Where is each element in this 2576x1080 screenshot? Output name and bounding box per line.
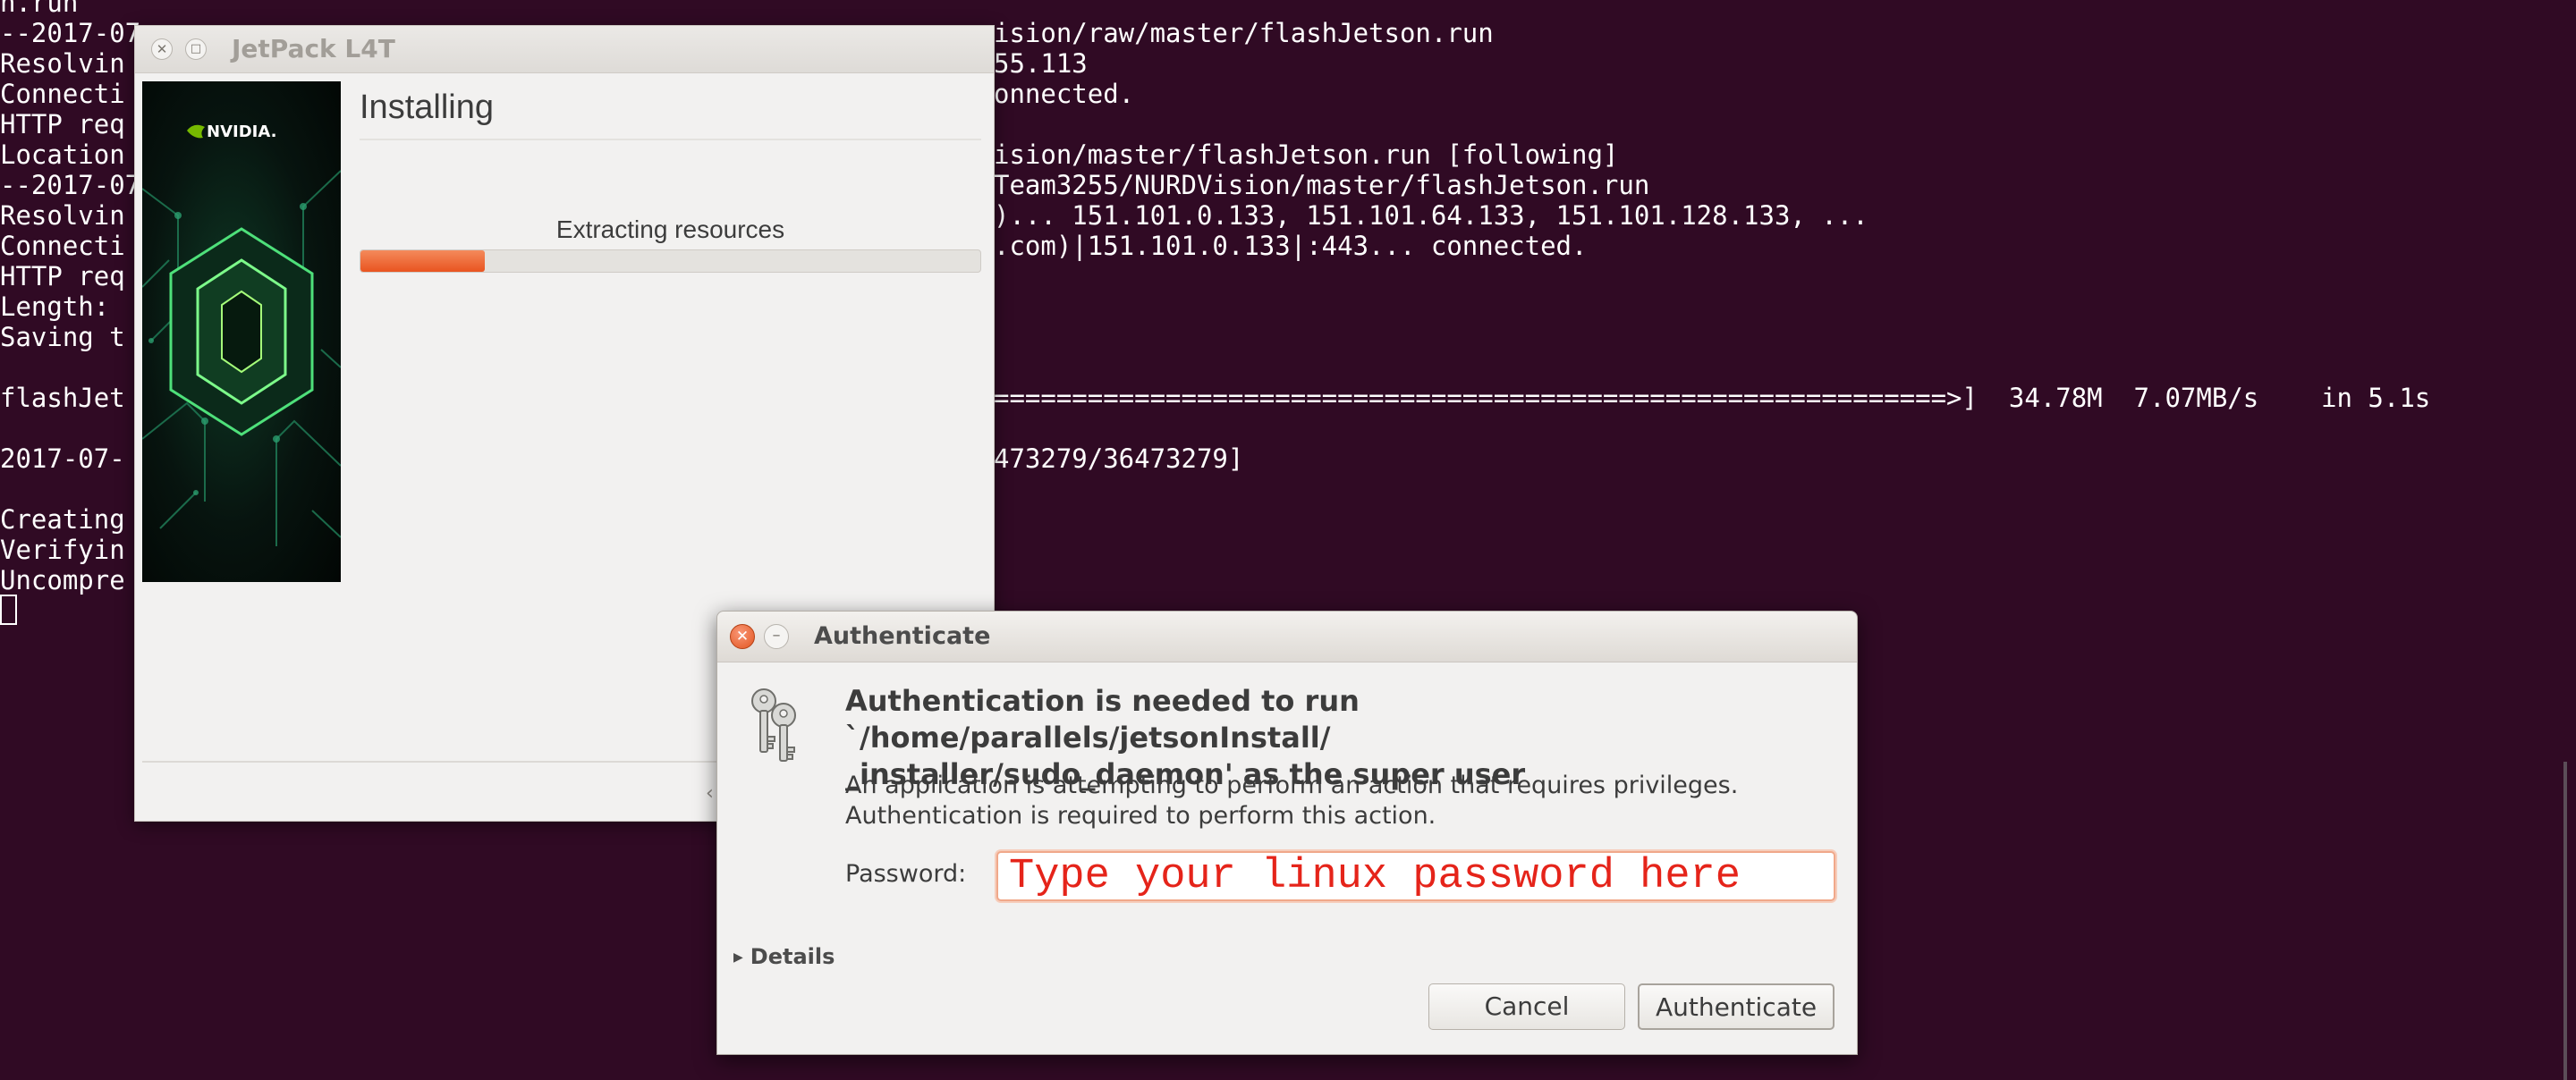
terminal-line: --2017-07 <box>0 170 141 200</box>
terminal-line: 55.113 <box>994 48 1088 79</box>
auth-message-title-line1: Authentication is needed to run `/home/p… <box>845 684 1360 755</box>
terminal-line: Saving t <box>0 322 125 352</box>
svg-text:NVIDIA.: NVIDIA. <box>207 122 276 141</box>
terminal-line: )... 151.101.0.133, 151.101.64.133, 151.… <box>994 200 1868 231</box>
cancel-button[interactable]: Cancel <box>1428 983 1625 1030</box>
auth-message-body: An application is attempting to perform … <box>845 771 1838 831</box>
terminal-line: Team3255/NURDVision/master/flashJetson.r… <box>994 170 1650 200</box>
nvidia-banner-image: NVIDIA. <box>142 81 341 582</box>
terminal-line: Uncompre <box>0 565 125 595</box>
terminal-line: .com)|151.101.0.133|:443... connected. <box>994 231 1588 261</box>
terminal-line: ========================================… <box>994 383 2431 413</box>
password-label: Password: <box>845 860 967 888</box>
terminal-line: HTTP req <box>0 261 125 291</box>
installer-status-text: Extracting resources <box>555 215 785 243</box>
nvidia-logo: NVIDIA. <box>187 122 276 141</box>
auth-message-body-line1: An application is attempting to perform … <box>845 772 1739 799</box>
terminal-line: onnected. <box>994 79 1135 109</box>
terminal-line: HTTP req <box>0 109 125 139</box>
auth-minimize-icon[interactable]: – <box>764 624 789 649</box>
terminal-line: Verifyin <box>0 535 125 565</box>
authenticate-dialog: ✕ – Authenticate Authentication is neede… <box>716 611 1858 1055</box>
installer-progress-bar <box>360 249 981 273</box>
terminal-line: n.run <box>0 0 79 18</box>
details-label: Details <box>750 944 835 969</box>
expander-triangle-icon: ▶ <box>733 950 743 965</box>
installer-maximize-icon[interactable]: □ <box>185 38 207 60</box>
terminal-line: 473279/36473279] <box>994 443 1244 474</box>
terminal-line: --2017-07 <box>0 18 141 48</box>
authenticate-button[interactable]: Authenticate <box>1638 983 1835 1030</box>
installer-divider <box>360 139 981 140</box>
terminal-line: 2017-07- <box>0 443 125 474</box>
auth-titlebar[interactable]: ✕ – Authenticate <box>717 612 1857 662</box>
terminal-line: flashJet <box>0 383 125 413</box>
keys-icon <box>751 688 796 762</box>
terminal-line: Resolvin <box>0 48 125 79</box>
details-expander[interactable]: ▶ Details <box>733 944 835 969</box>
terminal-scrollbar[interactable] <box>2563 762 2567 1080</box>
terminal-cursor <box>0 595 17 625</box>
terminal-line: Location <box>0 139 125 170</box>
auth-message-body-line2: Authentication is required to perform th… <box>845 802 1436 830</box>
password-field[interactable] <box>996 851 1835 901</box>
terminal-line: ision/raw/master/flashJetson.run <box>994 18 1494 48</box>
terminal-line: Connecti <box>0 79 125 109</box>
nvidia-chip-artwork: NVIDIA. <box>142 122 341 546</box>
auth-title: Authenticate <box>814 622 991 650</box>
installer-title: JetPack L4T <box>232 34 395 63</box>
auth-close-icon[interactable]: ✕ <box>730 624 755 649</box>
installer-close-icon[interactable]: ✕ <box>151 38 173 60</box>
installer-progress-fill <box>360 250 485 272</box>
terminal-line: ision/master/flashJetson.run [following] <box>994 139 1619 170</box>
terminal-line: Length: <box>0 291 125 322</box>
installer-heading: Installing <box>360 89 494 126</box>
terminal-line: Creating <box>0 504 125 535</box>
terminal-line: Resolvin <box>0 200 125 231</box>
terminal-line: Connecti <box>0 231 125 261</box>
installer-titlebar[interactable]: ✕ □ JetPack L4T <box>135 26 994 73</box>
